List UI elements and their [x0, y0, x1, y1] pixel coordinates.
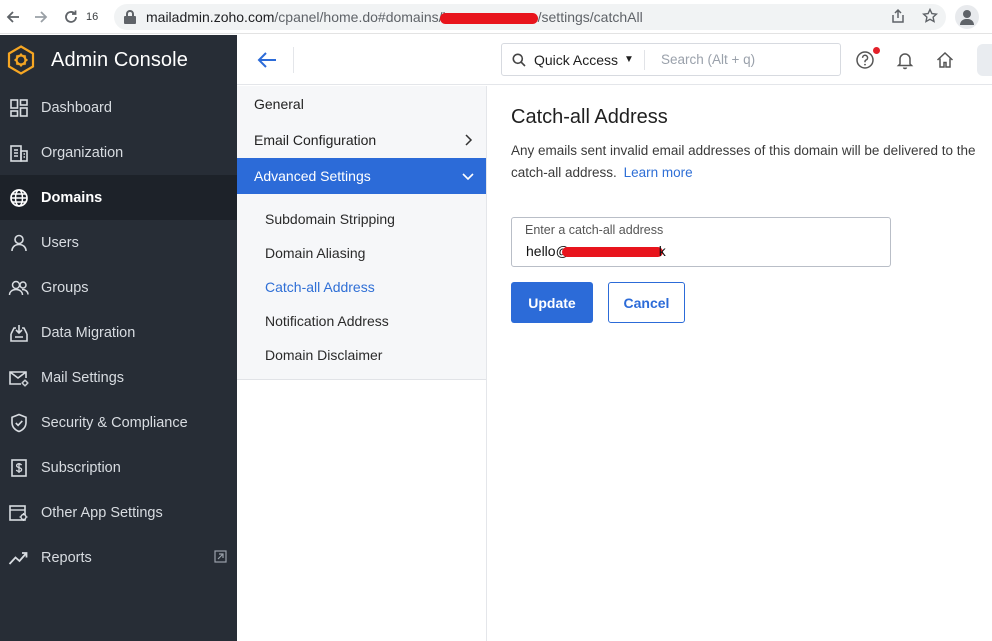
description: Any emails sent invalid email addresses …	[511, 140, 992, 184]
sidebar-item-label: Dashboard	[41, 99, 112, 116]
sidebar-item-label: Domains	[41, 189, 103, 206]
url-text: mailadmin.zoho.com/cpanel/home.do#domain…	[146, 9, 643, 25]
subnav-notification-address[interactable]: Notification Address	[237, 304, 487, 338]
star-icon[interactable]	[921, 7, 939, 28]
subnav-general[interactable]: General	[237, 86, 487, 122]
address-bar[interactable]: mailadmin.zoho.com/cpanel/home.do#domain…	[114, 4, 946, 30]
subnav-catch-all-address[interactable]: Catch-all Address	[237, 270, 487, 304]
globe-icon	[8, 187, 30, 209]
subnav-label: Advanced Settings	[254, 168, 371, 184]
sidebar: Admin Console Dashboard Organization Dom…	[0, 35, 237, 641]
subnav-label: General	[254, 96, 304, 112]
sidebar-item-dashboard[interactable]: Dashboard	[0, 85, 237, 130]
quick-access-dropdown[interactable]: Quick Access ▼	[502, 49, 645, 70]
sidebar-item-label: Reports	[41, 549, 92, 566]
admin-console-logo-icon	[7, 45, 35, 75]
sidebar-item-organization[interactable]: Organization	[0, 130, 237, 175]
browser-forward-icon[interactable]	[30, 6, 52, 28]
quick-access-search-box: Quick Access ▼ Search (Alt + q)	[501, 43, 841, 76]
reports-icon	[8, 547, 30, 569]
shield-icon	[8, 412, 30, 434]
subnav-empty-area	[237, 380, 487, 641]
caret-down-icon: ▼	[624, 54, 634, 65]
url-host: mailadmin.zoho.com	[146, 9, 275, 25]
subnav-domain-disclaimer[interactable]: Domain Disclaimer	[237, 338, 487, 372]
sidebar-item-label: Data Migration	[41, 324, 136, 341]
help-icon[interactable]	[855, 50, 875, 70]
sidebar-item-label: Other App Settings	[41, 504, 163, 521]
description-line-2-wrap: catch-all address. Learn more	[511, 162, 992, 184]
user-avatar[interactable]	[977, 44, 992, 76]
groups-icon	[8, 277, 30, 299]
sidebar-item-label: Users	[41, 234, 79, 251]
subnav-label: Email Configuration	[254, 132, 377, 148]
learn-more-link[interactable]: Learn more	[624, 165, 693, 180]
dashboard-icon	[8, 97, 30, 119]
settings-subnav: General Email Configuration Advanced Set…	[237, 86, 487, 380]
browser-toolbar: 16 mailadmin.zoho.com/cpanel/home.do#dom…	[0, 0, 992, 34]
subnav-advanced-settings[interactable]: Advanced Settings	[237, 158, 487, 194]
subscription-icon	[8, 457, 30, 479]
app-header: Quick Access ▼ Search (Alt + q)	[237, 35, 992, 85]
sidebar-item-mail-settings[interactable]: Mail Settings	[0, 355, 237, 400]
mail-settings-icon	[8, 367, 30, 389]
catch-all-address-field[interactable]: Enter a catch-all address hello@ k	[511, 217, 891, 267]
app-title: Admin Console	[51, 48, 188, 71]
header-divider	[293, 47, 294, 73]
catch-all-panel: Catch-all Address Any emails sent invali…	[511, 86, 992, 323]
sidebar-item-groups[interactable]: Groups	[0, 265, 237, 310]
sidebar-item-other-app-settings[interactable]: Other App Settings	[0, 490, 237, 535]
external-link-icon[interactable]	[214, 550, 227, 563]
chevron-down-icon	[462, 173, 474, 181]
sidebar-item-domains[interactable]: Domains	[0, 175, 237, 220]
sidebar-item-label: Mail Settings	[41, 369, 125, 386]
sidebar-item-security[interactable]: Security & Compliance	[0, 400, 237, 445]
sidebar-item-label: Groups	[41, 279, 89, 296]
sidebar-item-label: Subscription	[41, 459, 121, 476]
data-migration-icon	[8, 322, 30, 344]
bell-icon[interactable]	[895, 50, 915, 70]
lock-icon[interactable]	[124, 10, 136, 24]
home-icon[interactable]	[935, 50, 955, 70]
sidebar-item-label: Organization	[41, 144, 124, 161]
description-line-2: catch-all address.	[511, 165, 617, 180]
search-input[interactable]: Search (Alt + q)	[661, 52, 755, 67]
browser-reload-icon[interactable]	[60, 6, 82, 28]
description-line-1: Any emails sent invalid email addresses …	[511, 143, 976, 158]
search-icon	[512, 53, 526, 67]
quick-access-label: Quick Access	[534, 51, 619, 68]
url-redaction	[439, 12, 538, 24]
user-icon	[8, 232, 30, 254]
update-button[interactable]: Update	[511, 282, 593, 323]
sidebar-item-data-migration[interactable]: Data Migration	[0, 310, 237, 355]
sidebar-item-reports[interactable]: Reports	[0, 535, 237, 580]
back-arrow-icon[interactable]	[256, 49, 278, 71]
page-title: Catch-all Address	[511, 106, 668, 128]
profile-avatar-icon[interactable]	[955, 5, 979, 29]
url-path-start: /cpanel/home.do#domains/l	[274, 9, 446, 25]
organization-icon	[8, 142, 30, 164]
chevron-right-icon	[465, 134, 473, 146]
field-value[interactable]: hello@ k	[526, 243, 666, 259]
sidebar-item-users[interactable]: Users	[0, 220, 237, 265]
url-path-end: /settings/catchAll	[537, 9, 643, 25]
notification-dot	[873, 47, 880, 54]
share-icon[interactable]	[890, 8, 906, 28]
field-redaction	[561, 247, 663, 258]
sidebar-item-label: Security & Compliance	[41, 414, 188, 431]
browser-back-icon[interactable]	[2, 6, 24, 28]
brand: Admin Console	[0, 35, 237, 85]
app-settings-icon	[8, 502, 30, 524]
content-divider	[486, 86, 487, 641]
field-label: Enter a catch-all address	[525, 223, 664, 237]
tab-count: 16	[86, 10, 99, 23]
field-value-suffix: k	[658, 243, 666, 259]
cancel-button[interactable]: Cancel	[608, 282, 685, 323]
subnav-subdomain-stripping[interactable]: Subdomain Stripping	[237, 202, 487, 236]
subnav-email-configuration[interactable]: Email Configuration	[237, 122, 487, 158]
subnav-domain-aliasing[interactable]: Domain Aliasing	[237, 236, 487, 270]
sidebar-item-subscription[interactable]: Subscription	[0, 445, 237, 490]
